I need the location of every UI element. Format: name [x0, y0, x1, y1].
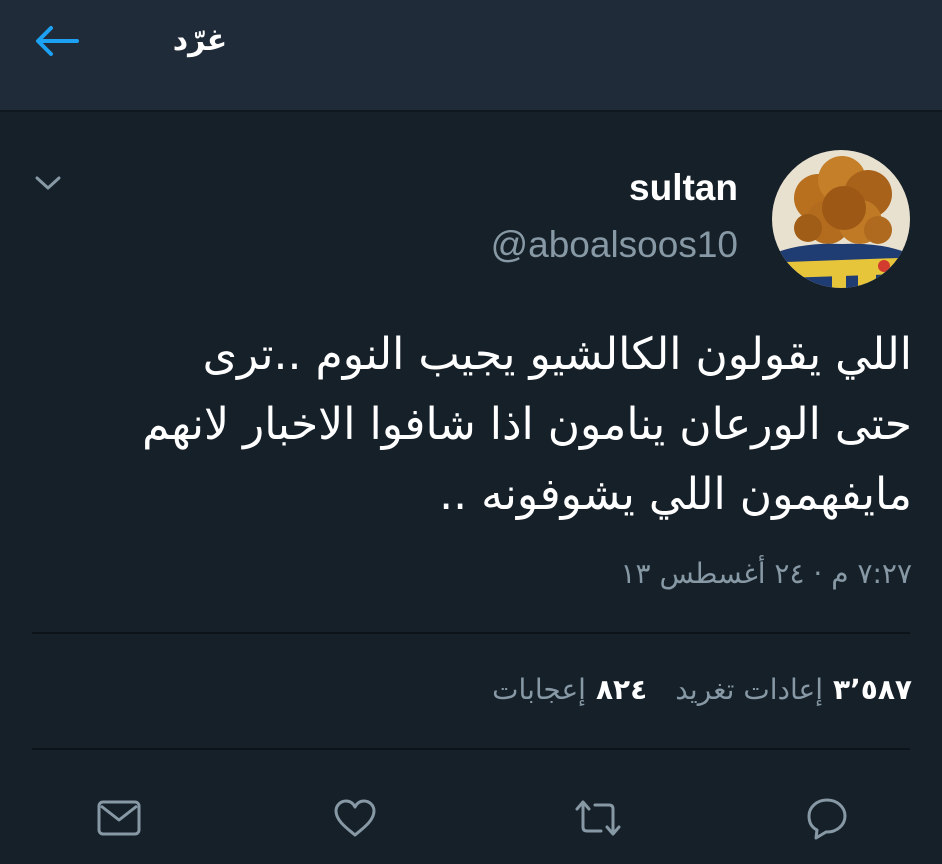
- tweet-stats: ٣٬٥٨٧ إعادات تغريد ٨٢٤ إعجابات: [492, 664, 912, 716]
- author-handle[interactable]: @aboalsoos10: [491, 222, 738, 268]
- reply-icon: [807, 798, 847, 840]
- avatar[interactable]: [772, 150, 910, 288]
- divider: [32, 748, 910, 750]
- back-button[interactable]: [26, 18, 86, 64]
- direct-message-button[interactable]: [89, 788, 149, 848]
- tweet-text-line: حتى الورعان ينامون اذا شافوا الاخبار لان…: [142, 399, 912, 450]
- tweet-text: اللي يقولون الكالشيو يجيب النوم ..ترى حت…: [34, 320, 912, 530]
- direct-message-icon: [97, 800, 141, 836]
- retweets-stat[interactable]: ٣٬٥٨٧ إعادات تغريد: [675, 664, 912, 716]
- reply-button[interactable]: [797, 788, 857, 848]
- retweets-label: إعادات تغريد: [675, 673, 823, 706]
- arrow-left-icon: [36, 26, 79, 56]
- retweet-icon: [575, 800, 621, 836]
- tweet-options-button[interactable]: [28, 166, 68, 200]
- like-button[interactable]: [325, 788, 385, 848]
- top-bar: غرّد: [0, 0, 942, 112]
- retweets-count: ٣٬٥٨٧: [833, 673, 912, 706]
- likes-stat[interactable]: ٨٢٤ إعجابات: [492, 664, 647, 716]
- divider: [32, 632, 910, 634]
- tweet-text-line: مايفهمون اللي يشوفونه ..: [439, 469, 912, 520]
- tweet-timestamp[interactable]: ٧:٢٧ م · ٢٤ أغسطس ١٣: [620, 550, 912, 598]
- chevron-down-icon: [35, 176, 61, 190]
- page-title: غرّد: [172, 23, 228, 58]
- likes-count: ٨٢٤: [595, 673, 648, 706]
- like-icon: [334, 799, 376, 837]
- likes-label: إعجابات: [492, 673, 586, 706]
- author-display-name[interactable]: sultan: [629, 166, 738, 210]
- avatar-image: [772, 150, 910, 288]
- retweet-button[interactable]: [568, 788, 628, 848]
- tweet-text-line: اللي يقولون الكالشيو يجيب النوم ..ترى: [202, 329, 912, 380]
